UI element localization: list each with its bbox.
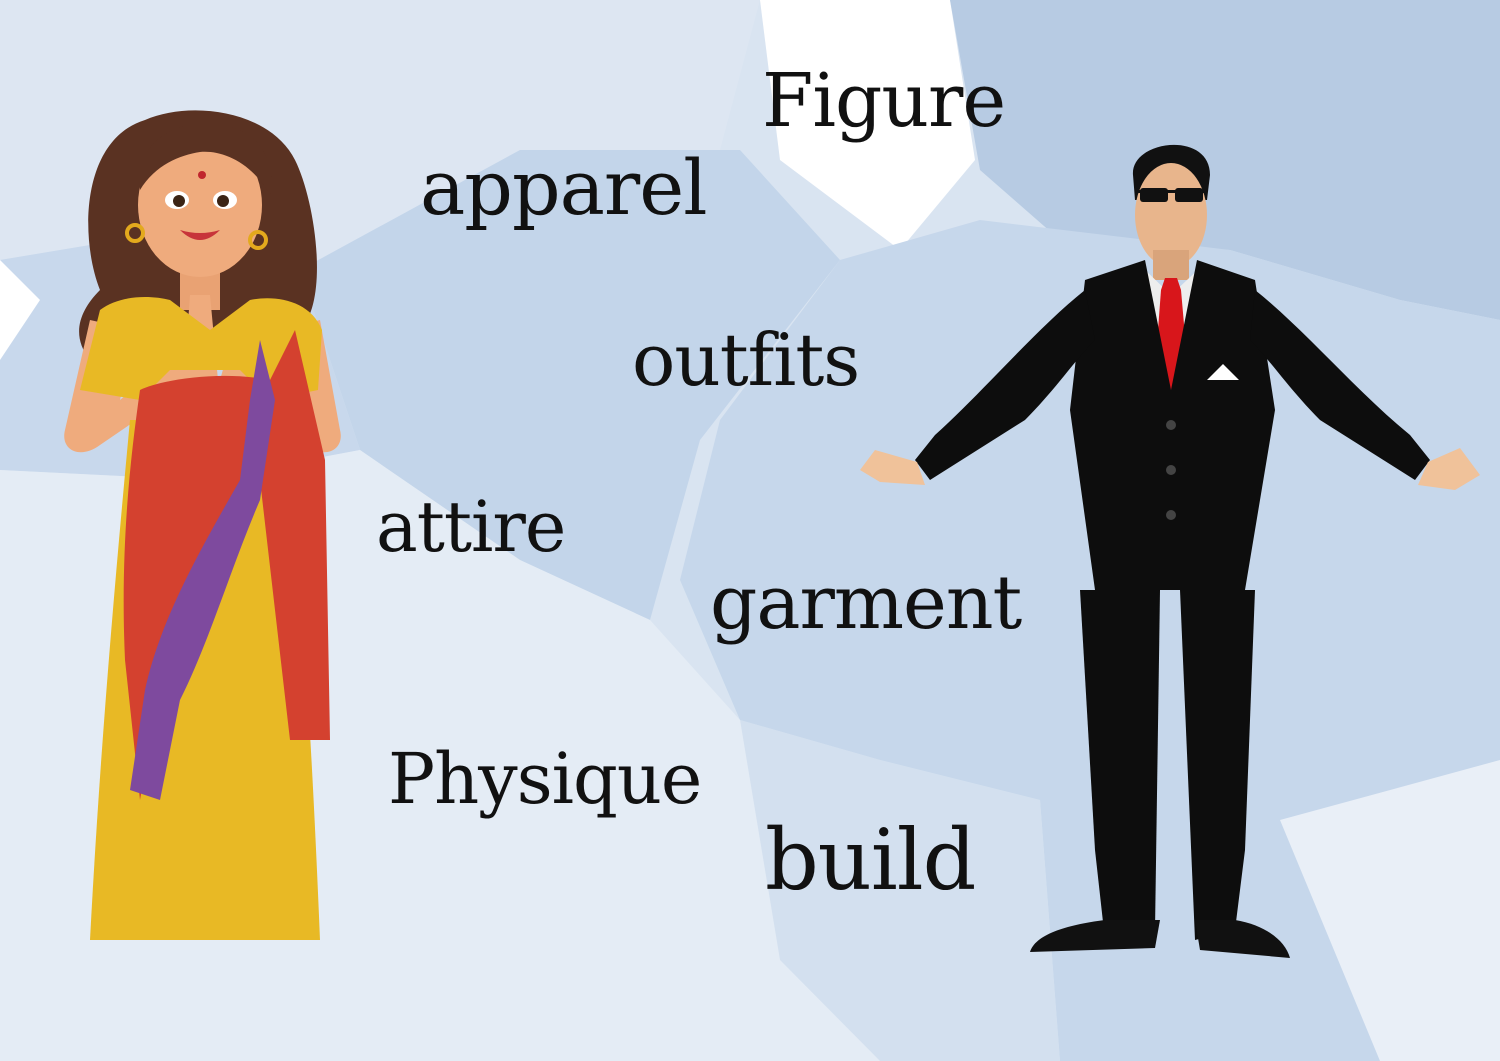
word-outfits: outfits	[632, 318, 860, 402]
word-figure: Figure	[762, 58, 1006, 144]
woman-in-saree-illustration	[64, 110, 341, 940]
word-physique: Physique	[388, 738, 702, 820]
man-in-suit-illustration	[860, 144, 1480, 958]
word-attire: attire	[376, 486, 566, 568]
canvas: Figure apparel outfits attire garment Ph…	[0, 0, 1500, 1061]
word-apparel: apparel	[420, 143, 708, 232]
